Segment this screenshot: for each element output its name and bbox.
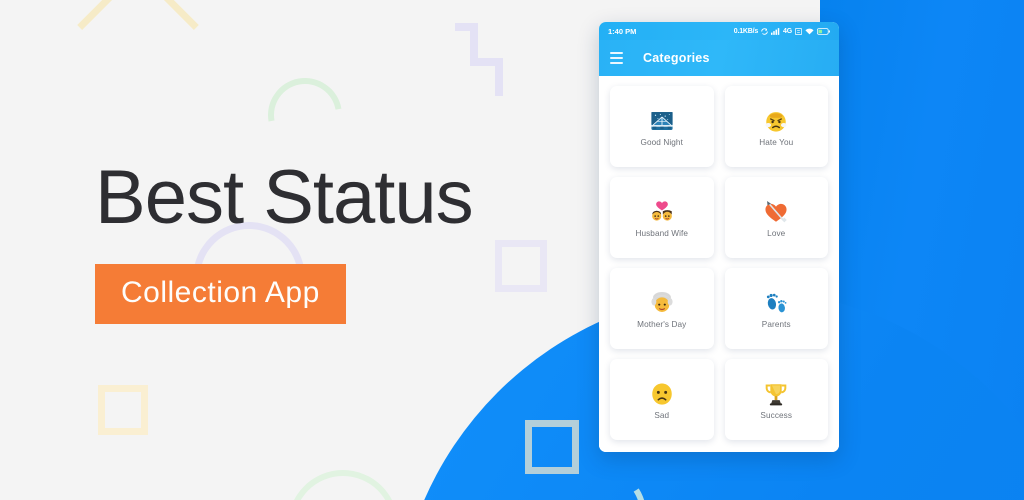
stair-purple-decoration bbox=[455, 23, 503, 96]
category-label: Sad bbox=[654, 410, 670, 420]
battery-icon bbox=[817, 27, 830, 35]
phone-mockup: 1:40 PM 0.1KB/s 4G Categories Good Night… bbox=[599, 22, 839, 452]
category-grid: Good Night Hate You Husband Wife Love Mo… bbox=[599, 76, 839, 452]
phone-status-bar: 1:40 PM 0.1KB/s 4G bbox=[599, 22, 839, 40]
app-bar-title: Categories bbox=[643, 51, 710, 65]
heart-with-arrow-icon bbox=[763, 198, 789, 226]
arc-green-bottom-decoration bbox=[271, 453, 415, 500]
older-woman-icon bbox=[649, 289, 675, 317]
square-yellow-decoration-2 bbox=[525, 420, 579, 474]
frowning-face-icon bbox=[649, 380, 675, 408]
category-card-mothers-day[interactable]: Mother's Day bbox=[610, 268, 714, 349]
trophy-icon bbox=[763, 380, 789, 408]
status-bar-clock: 1:40 PM bbox=[608, 26, 637, 36]
cellular-signal-icon bbox=[771, 27, 780, 35]
category-label: Parents bbox=[761, 319, 791, 329]
angry-face-icon bbox=[763, 107, 789, 135]
hamburger-menu-icon[interactable] bbox=[610, 52, 623, 64]
footprints-icon bbox=[763, 289, 789, 317]
category-card-hate-you[interactable]: Hate You bbox=[724, 86, 828, 167]
network-type-label: 4G bbox=[783, 27, 792, 35]
category-label: Husband Wife bbox=[635, 228, 689, 238]
chevron-yellow-decoration bbox=[77, 0, 199, 86]
bridge-at-night-icon bbox=[649, 107, 675, 135]
arc-green-top-decoration bbox=[253, 63, 357, 167]
dual-sim-icon bbox=[795, 27, 802, 35]
page-title: Best Status bbox=[95, 155, 474, 240]
wifi-icon bbox=[805, 28, 814, 35]
category-label: Love bbox=[767, 228, 786, 238]
couple-with-heart-icon bbox=[649, 198, 675, 226]
category-label: Mother's Day bbox=[637, 319, 687, 329]
network-speed-label: 0.1KB/s bbox=[733, 27, 759, 35]
category-label: Good Night bbox=[640, 137, 683, 147]
hero-section: Best Status Collection App bbox=[95, 160, 565, 324]
subtitle-badge: Collection App bbox=[95, 264, 346, 324]
category-card-parents[interactable]: Parents bbox=[724, 268, 828, 349]
category-card-good-night[interactable]: Good Night bbox=[610, 86, 714, 167]
square-yellow-decoration bbox=[98, 385, 148, 435]
category-card-husband-wife[interactable]: Husband Wife bbox=[610, 177, 714, 258]
phone-app-bar: Categories bbox=[599, 40, 839, 76]
category-label: Hate You bbox=[759, 137, 794, 147]
category-label: Success bbox=[760, 410, 793, 420]
category-card-sad[interactable]: Sad bbox=[610, 359, 714, 440]
category-card-love[interactable]: Love bbox=[724, 177, 828, 258]
category-card-success[interactable]: Success bbox=[724, 359, 828, 440]
sync-icon bbox=[761, 27, 768, 35]
